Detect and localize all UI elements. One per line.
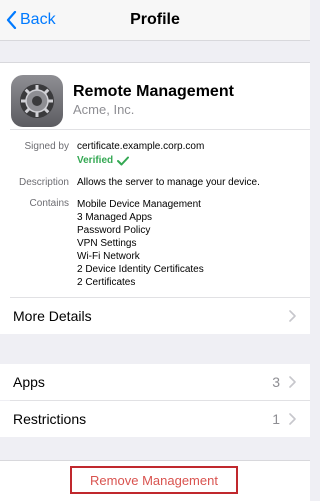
remove-section: Remove Management [0,460,310,501]
restrictions-count: 1 [272,411,280,427]
verified-status: Verified [77,155,130,166]
more-details-label: More Details [13,308,92,324]
divider [10,129,310,130]
signed-by-label: Signed by [24,141,69,152]
apps-label: Apps [13,374,45,390]
verified-label: Verified [77,155,114,166]
list-item: 2 Certificates [77,277,136,288]
profile-organization: Acme, Inc. [73,102,135,117]
description-label: Description [18,177,69,188]
list-item: 3 Managed Apps [77,212,153,223]
signed-by-value: certificate.example.corp.com [77,141,205,152]
profile-name: Remote Management [73,83,234,100]
chevron-right-icon [289,413,296,425]
chevron-right-icon [289,310,296,322]
restrictions-row[interactable]: Restrictions 1 [0,401,310,437]
list-item: 2 Device Identity Certificates [77,264,204,275]
list-item: VPN Settings [77,238,137,249]
navigation-bar: Back Profile [0,0,310,41]
remove-management-button[interactable]: Remove Management [70,466,238,494]
apps-row[interactable]: Apps 3 [0,364,310,400]
description-value: Allows the server to manage your device. [77,177,260,188]
chevron-right-icon [289,376,296,388]
list-item: Wi-Fi Network [77,251,140,262]
contains-list: Mobile Device Management 3 Managed Apps … [77,198,204,289]
apps-count: 3 [272,374,280,390]
restrictions-label: Restrictions [13,411,87,427]
contains-label: Contains [29,198,69,209]
page-title: Profile [130,11,180,28]
more-details-row[interactable]: More Details [0,298,310,334]
settings-gear-icon [11,75,63,127]
list-item: Mobile Device Management [77,199,201,210]
list-item: Password Policy [77,225,151,236]
checkmark-icon [117,156,130,165]
